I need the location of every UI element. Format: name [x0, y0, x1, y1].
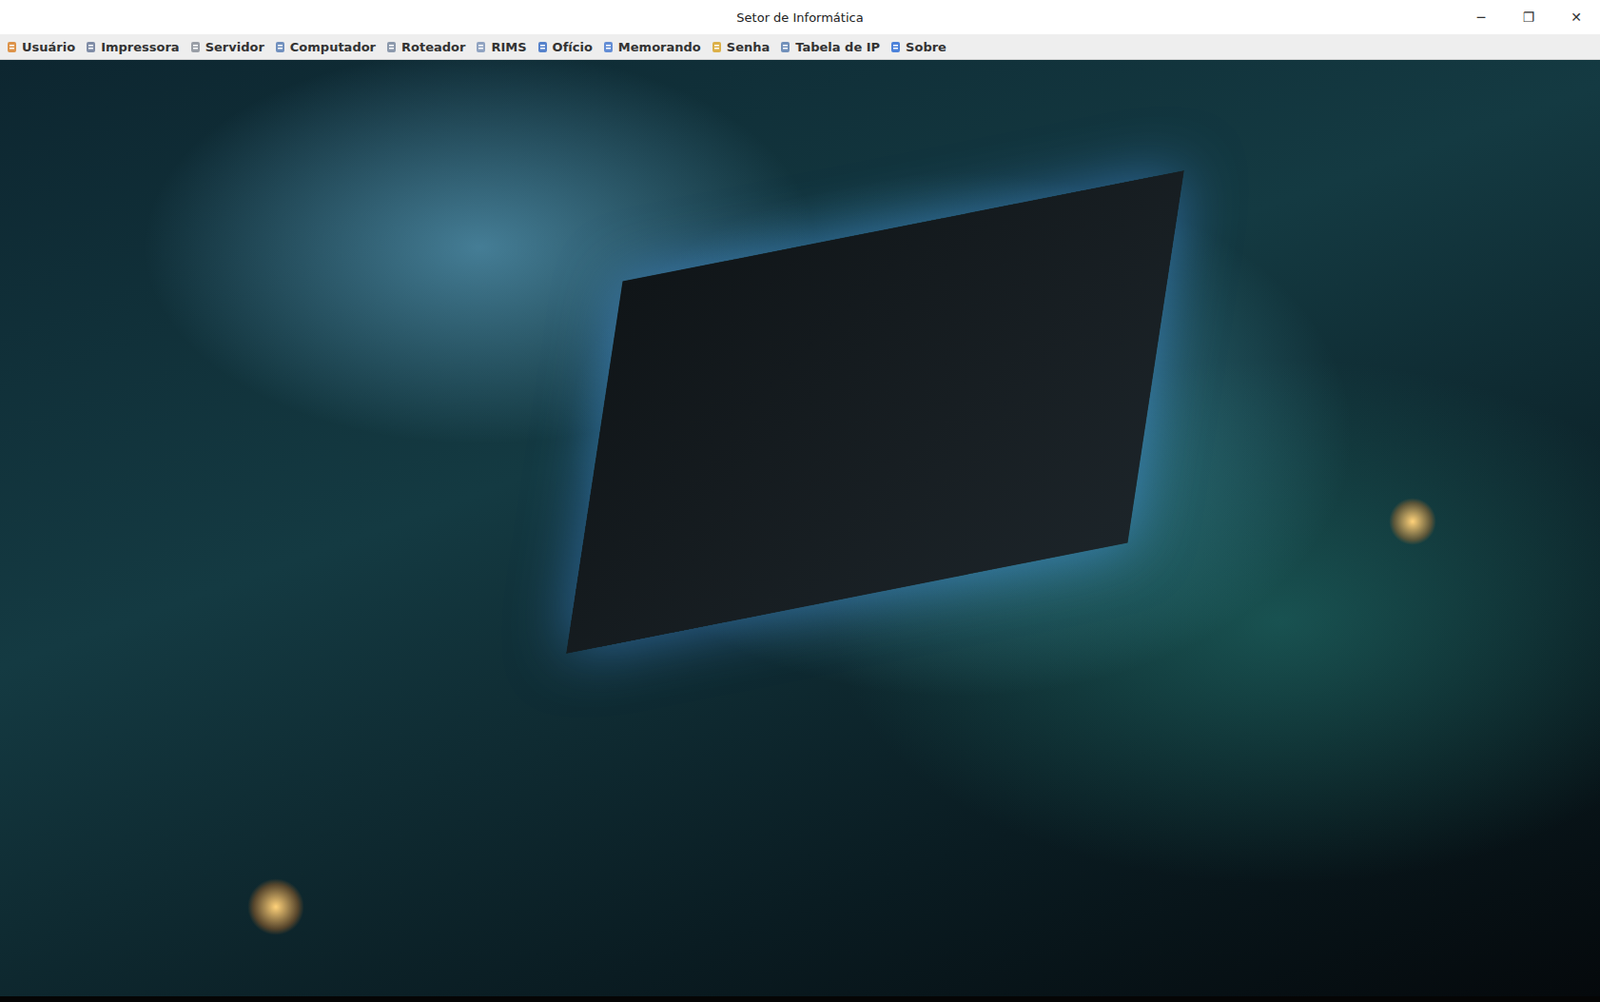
app-window: Setor de Informática ─❐✕ Usuário Impressora…	[0, 0, 1600, 1002]
background-photo	[0, 59, 1600, 996]
menu-item[interactable]: Ofício	[536, 39, 593, 55]
title-bar: Setor de Informática ─❐✕	[0, 0, 1600, 35]
menu-item-icon	[5, 40, 19, 54]
menu-item-icon	[189, 40, 202, 54]
menu-item[interactable]: Impressora	[84, 39, 180, 55]
menu-item-icon	[602, 40, 615, 54]
menu-item[interactable]: Memorando	[602, 39, 702, 55]
minimize-button[interactable]: ─	[1457, 9, 1505, 25]
menu-item[interactable]: Sobre	[889, 39, 947, 55]
menu-item[interactable]: Servidor	[189, 39, 265, 55]
menu-item-icon	[273, 40, 287, 54]
menu-item-icon	[779, 40, 792, 54]
menu-item[interactable]: Roteador	[385, 39, 466, 55]
window-title: Setor de Informática	[152, 10, 1448, 25]
menu-item[interactable]: RIMS	[474, 39, 527, 55]
menu-item-icon	[385, 40, 398, 54]
menu-item[interactable]: Computador	[273, 39, 376, 55]
menu-item-icon	[536, 40, 549, 54]
menu-bar: Usuário Impressora Servidor Computador Rotea…	[0, 34, 1600, 60]
menu-item[interactable]: Tabela de IP	[779, 39, 880, 55]
menu-item[interactable]: Usuário	[5, 39, 76, 55]
menu-item-icon	[474, 40, 488, 54]
menu-item-icon	[889, 40, 902, 54]
menu-item-icon	[710, 40, 723, 54]
maximize-button[interactable]: ❐	[1504, 9, 1553, 25]
menu-item-icon	[84, 40, 98, 54]
close-button[interactable]: ✕	[1552, 9, 1600, 25]
menu-item[interactable]: Senha	[710, 39, 770, 55]
